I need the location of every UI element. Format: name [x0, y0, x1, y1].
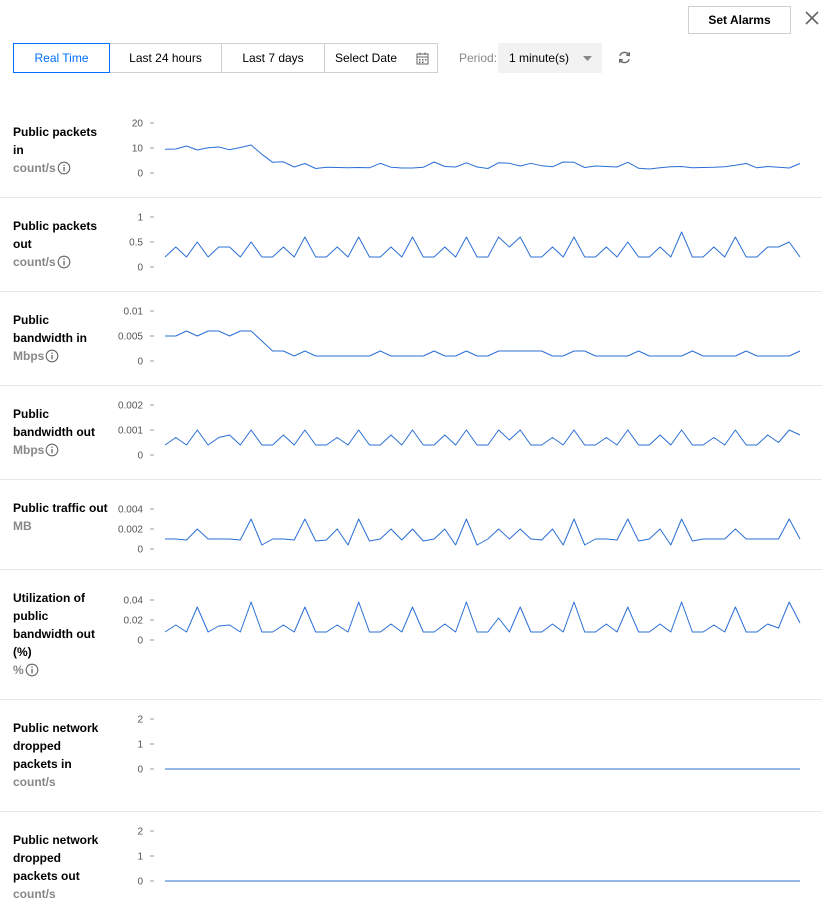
metric-chart: 0 0.002 0.004 [118, 505, 801, 556]
refresh-icon[interactable] [617, 50, 632, 65]
y-tick-label: 20 [132, 119, 144, 130]
tab-last-24-hours[interactable]: Last 24 hours [109, 43, 222, 73]
y-tick-label: 0.005 [118, 332, 143, 343]
time-range-toolbar: Real Time Last 24 hours Last 7 days Sele… [13, 43, 438, 73]
y-tick-label: 0.5 [129, 238, 143, 249]
y-tick-label: 0 [137, 263, 143, 274]
tab-last-7-days[interactable]: Last 7 days [221, 43, 325, 73]
series-line [164, 601, 801, 633]
period-label: Period: [459, 51, 498, 65]
period-value: 1 minute(s) [509, 51, 570, 65]
y-tick-label: 0.002 [118, 525, 143, 536]
calendar-icon [416, 52, 429, 65]
metric-row: Public bandwidth out Mbps 0 0.001 0.002 [0, 386, 822, 480]
y-tick-label: 0.001 [118, 426, 143, 437]
y-tick-label: 0 [137, 545, 143, 556]
metric-row: Public packets out count/s 0 0.5 1 [0, 198, 822, 292]
select-date-label: Select Date [335, 51, 398, 65]
y-tick-label: 1 [137, 740, 143, 751]
chevron-down-icon [583, 56, 592, 61]
period-select[interactable]: 1 minute(s) [498, 43, 602, 73]
metric-row: Public traffic out MB 0 0.002 0.004 [0, 480, 822, 570]
y-tick-label: 0 [137, 169, 143, 180]
series-line [165, 518, 801, 546]
metric-chart: 0 0.02 0.04 [124, 596, 801, 647]
y-tick-label: 0 [137, 357, 143, 368]
y-tick-label: 0 [137, 877, 143, 888]
close-icon[interactable] [802, 8, 822, 28]
metric-chart: 0 0.001 0.002 [118, 401, 801, 462]
y-tick-label: 0 [137, 451, 143, 462]
y-tick-label: 0 [137, 765, 143, 776]
y-tick-label: 0.002 [118, 401, 143, 412]
metric-row: Public network dropped packets in count/s 0 1… [0, 700, 822, 812]
y-tick-label: 0.01 [124, 307, 144, 318]
metric-chart: 0 1 2 [137, 715, 800, 776]
metric-row: Public bandwidth in Mbps 0 0.005 0.01 [0, 292, 822, 386]
metric-chart: 00.51 [129, 213, 801, 274]
y-tick-label: 10 [132, 144, 144, 155]
series-line [164, 231, 801, 258]
series-line [164, 429, 801, 446]
y-tick-label: 0 [137, 636, 143, 647]
y-tick-label: 1 [137, 213, 143, 224]
metric-row: Utilization of public bandwidth out (%)% 0 0.… [0, 570, 822, 700]
metric-chart: 0 0.005 0.01 [118, 307, 801, 368]
metric-row: Public network dropped packets out count/s 0… [0, 812, 822, 921]
series-line [164, 144, 801, 170]
set-alarms-button[interactable]: Set Alarms [688, 6, 791, 34]
metric-chart: 0 10 20 [132, 119, 801, 180]
series-line [165, 330, 801, 357]
y-tick-label: 1 [137, 852, 143, 863]
metric-chart: 0 1 2 [137, 827, 800, 888]
y-tick-label: 0.004 [118, 505, 143, 516]
y-tick-label: 2 [137, 715, 143, 726]
metric-row: Public packets in count/s 0 10 20 [0, 104, 822, 198]
y-tick-label: 2 [137, 827, 143, 838]
y-tick-label: 0.02 [124, 616, 144, 627]
y-tick-label: 0.04 [124, 596, 144, 607]
tab-real-time[interactable]: Real Time [13, 43, 110, 73]
select-date-picker[interactable]: Select Date [324, 43, 438, 73]
